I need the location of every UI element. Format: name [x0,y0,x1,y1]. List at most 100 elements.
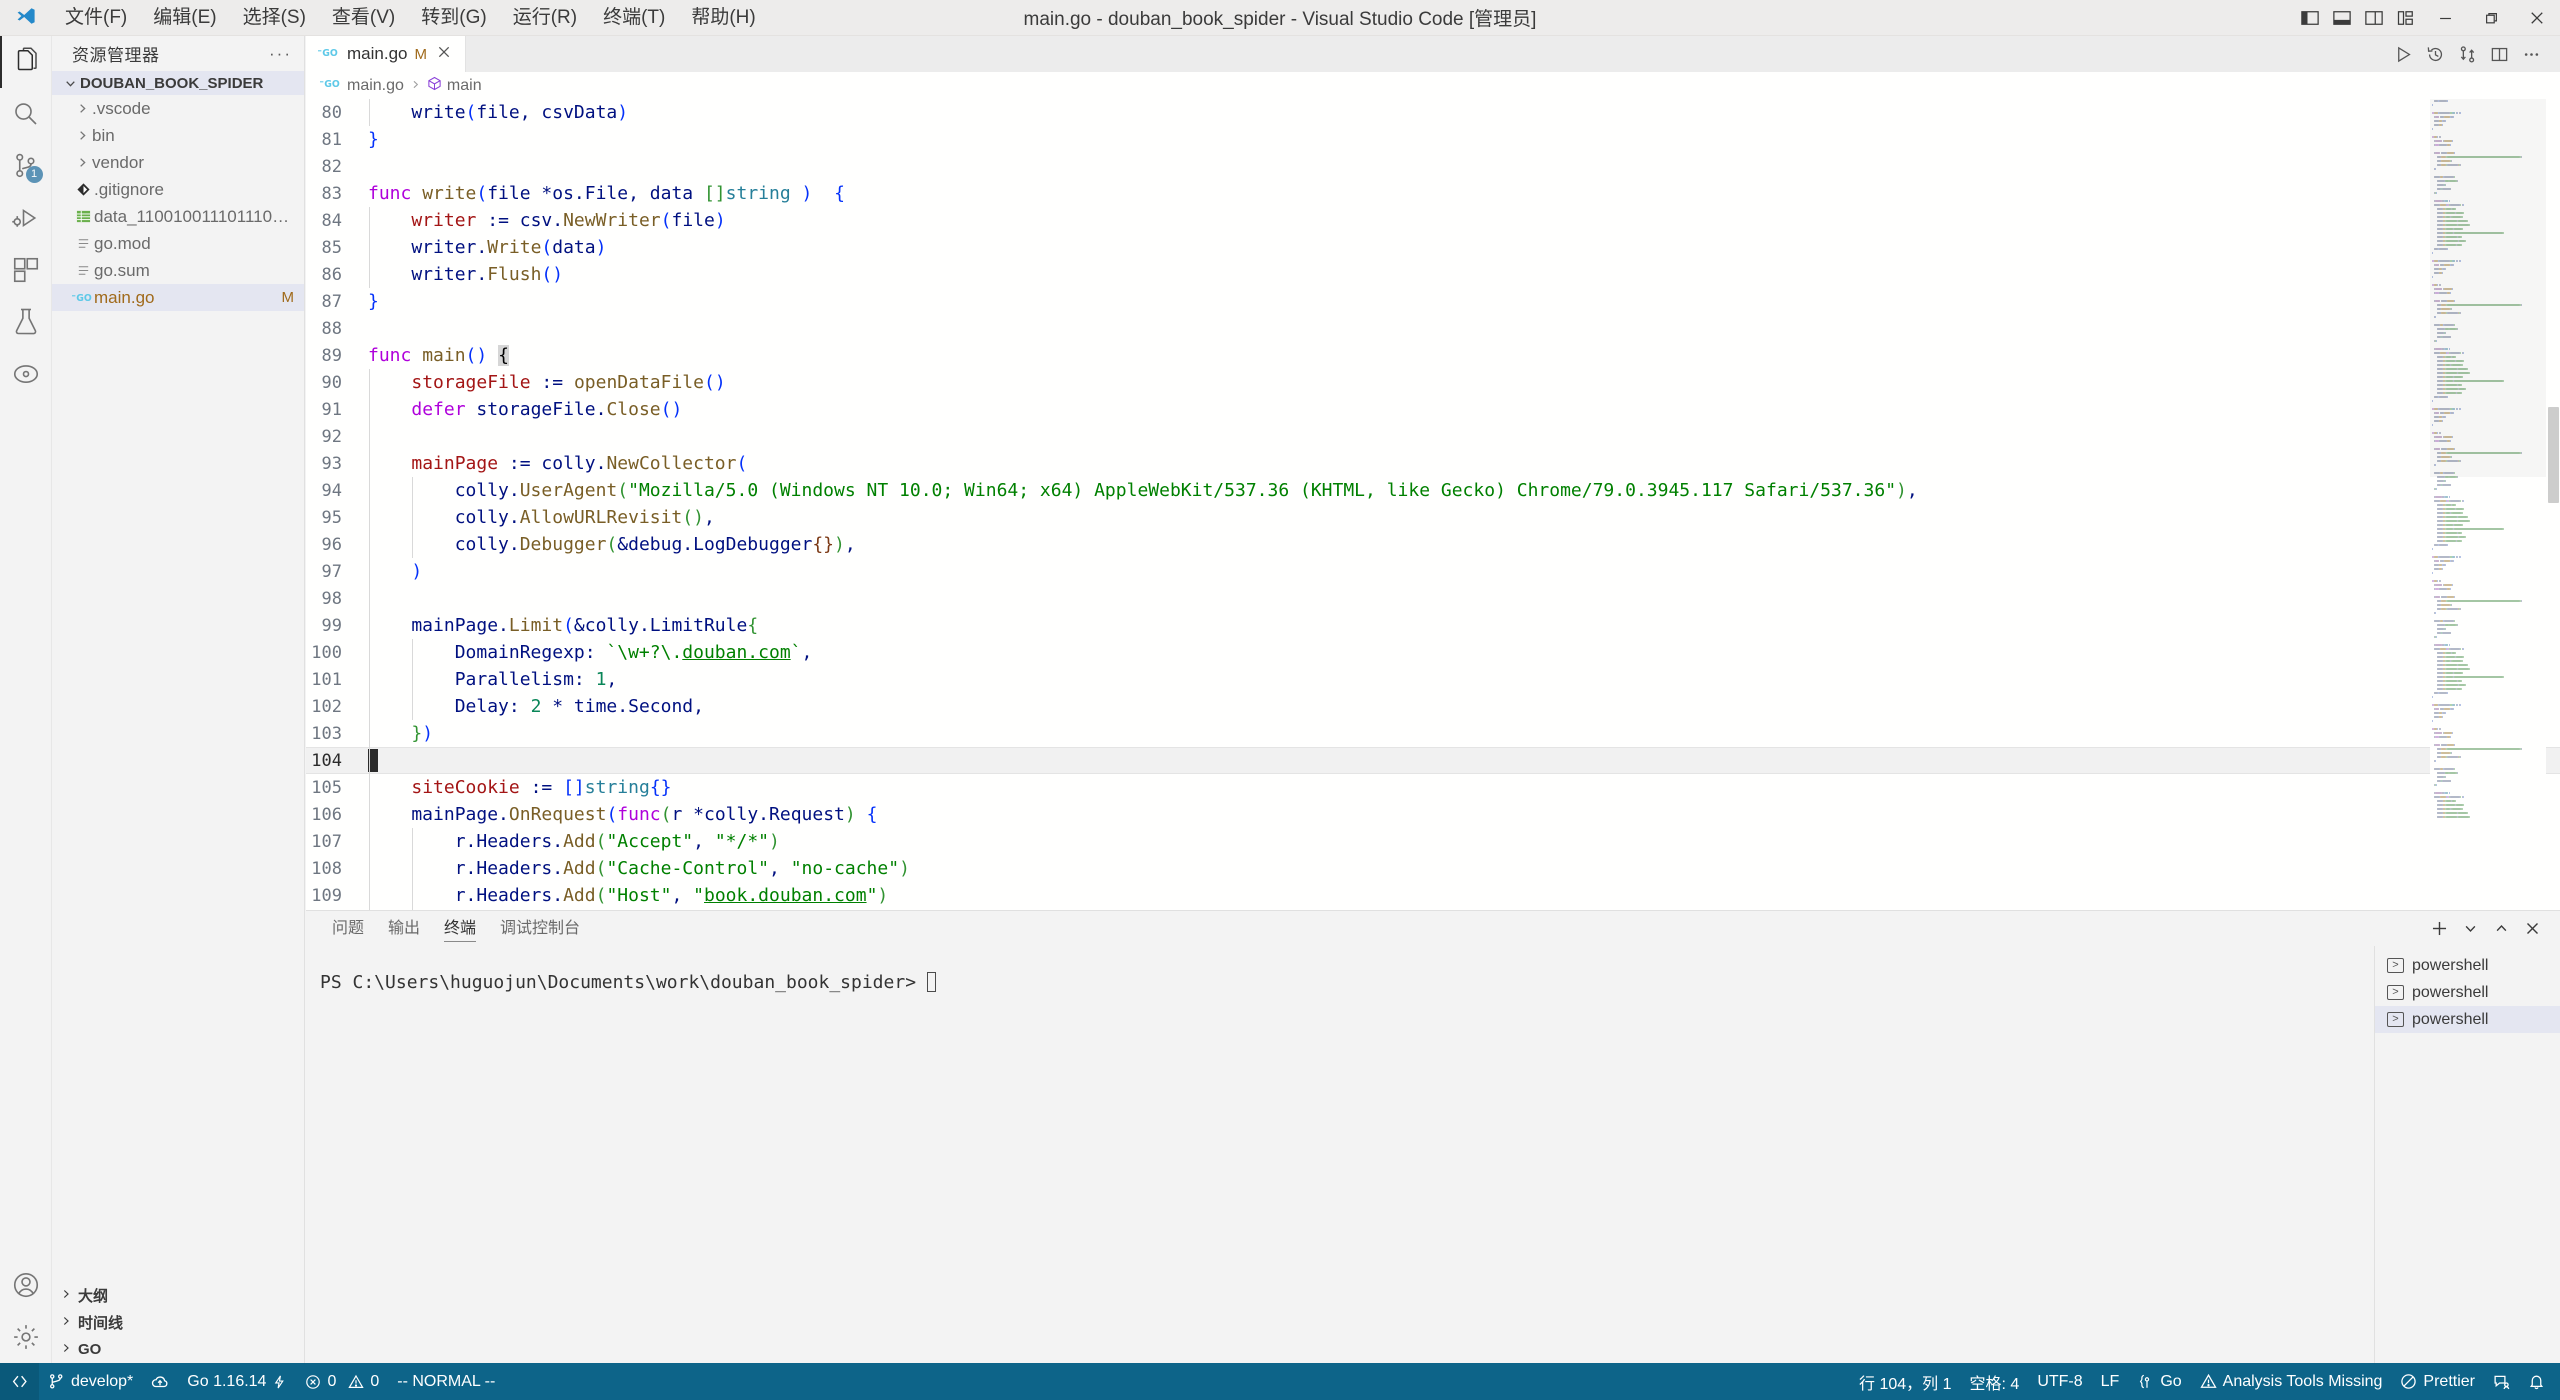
code-line[interactable]: 109 r.Headers.Add("Host", "book.douban.c… [306,882,2560,909]
code-line[interactable]: 84 writer := csv.NewWriter(file) [306,207,2560,234]
tree-item-csv[interactable]: data_110010011101110110101111001111.csv [52,203,304,230]
maximize-panel-icon[interactable] [2487,914,2515,944]
code-line[interactable]: 108 r.Headers.Add("Cache-Control", "no-c… [306,855,2560,882]
panel-tab-debug-console[interactable]: 调试控制台 [488,911,592,946]
code-line[interactable]: 95 colly.AllowURLRevisit(), [306,504,2560,531]
activity-extensions[interactable] [0,244,52,296]
code-line[interactable]: 80 write(file, csvData) [306,99,2560,126]
sidebar-section-go[interactable]: GO [52,1336,304,1363]
explorer-root-folder[interactable]: DOUBAN_BOOK_SPIDER [52,71,304,95]
terminal-instance[interactable]: > powershell [2375,979,2560,1006]
code-line[interactable]: 87} [306,288,2560,315]
activity-run-debug[interactable] [0,192,52,244]
close-icon[interactable] [434,44,454,64]
code-line[interactable]: 89 func main() { [306,342,2560,369]
menu-edit[interactable]: 编辑(E) [140,0,229,36]
menu-view[interactable]: 查看(V) [319,0,408,36]
minimap[interactable] [2430,99,2546,937]
sidebar-more-actions-icon[interactable]: ··· [269,44,292,64]
editor-vertical-scrollbar[interactable] [2546,99,2560,937]
code-line[interactable]: 86 writer.Flush() [306,261,2560,288]
more-actions-icon[interactable] [2516,36,2546,72]
status-problems[interactable]: 0 0 [296,1363,388,1400]
customize-layout-icon[interactable] [2390,0,2422,36]
status-indentation[interactable]: 空格: 4 [1961,1363,2029,1400]
code-line[interactable]: 100 DomainRegexp: `\w+?\.douban.com`, [306,639,2560,666]
terminal-instance[interactable]: > powershell [2375,1006,2560,1033]
code-line[interactable]: 99 mainPage.Limit(&colly.LimitRule{ [306,612,2560,639]
toggle-primary-sidebar-icon[interactable] [2294,0,2326,36]
tree-item-vscode[interactable]: .vscode [52,95,304,122]
activity-settings[interactable] [0,1311,52,1363]
tree-item-gosum[interactable]: go.sum [52,257,304,284]
status-analysis-tools[interactable]: Analysis Tools Missing [2191,1363,2392,1400]
run-icon[interactable] [2388,36,2418,72]
code-line[interactable]: 101 Parallelism: 1, [306,666,2560,693]
code-line[interactable]: 83 func write(file *os.File, data []strin… [306,180,2560,207]
maximize-icon[interactable] [2468,0,2514,36]
status-eol[interactable]: LF [2092,1363,2129,1400]
activity-testing[interactable] [0,296,52,348]
panel-tab-output[interactable]: 输出 [376,911,432,946]
close-panel-icon[interactable] [2518,914,2546,944]
sidebar-section-timeline[interactable]: 时间线 [52,1309,304,1336]
code-line[interactable]: 98 [306,585,2560,612]
code-editor[interactable]: 80 write(file, csvData) 81} 82 83 func write… [306,99,2560,937]
status-remote[interactable] [0,1363,39,1400]
scrollbar-thumb[interactable] [2548,407,2559,503]
code-line[interactable]: 104 [306,747,2560,774]
history-icon[interactable] [2420,36,2450,72]
code-line[interactable]: 94 colly.UserAgent("Mozilla/5.0 (Windows… [306,477,2560,504]
menu-file[interactable]: 文件(F) [52,0,140,36]
split-editor-icon[interactable] [2484,36,2514,72]
status-go-version[interactable]: Go 1.16.14 [178,1363,296,1400]
code-line[interactable]: 91 defer storageFile.Close() [306,396,2560,423]
minimap-slider[interactable] [2430,99,2546,477]
code-line[interactable]: 85 writer.Write(data) [306,234,2560,261]
tree-item-gitignore[interactable]: .gitignore [52,176,304,203]
code-line[interactable]: 82 [306,153,2560,180]
tree-item-maingo[interactable]: GO main.go M [52,284,304,311]
source-control-icon[interactable] [2452,36,2482,72]
sidebar-section-outline[interactable]: 大纲 [52,1282,304,1309]
code-line[interactable]: 92 [306,423,2560,450]
activity-explorer[interactable] [0,36,52,88]
menu-selection[interactable]: 选择(S) [230,0,319,36]
toggle-secondary-sidebar-icon[interactable] [2358,0,2390,36]
code-line[interactable]: 81} [306,126,2560,153]
code-line[interactable]: 105 siteCookie := []string{} [306,774,2560,801]
terminal-output[interactable]: PS C:\Users\huguojun\Documents\work\doub… [306,946,2374,1363]
status-prettier[interactable]: Prettier [2391,1363,2484,1400]
panel-tab-terminal[interactable]: 终端 [432,911,488,946]
tree-item-vendor[interactable]: vendor [52,149,304,176]
code-line[interactable]: 93 mainPage := colly.NewCollector( [306,450,2560,477]
code-line[interactable]: 96 colly.Debugger(&debug.LogDebugger{}), [306,531,2560,558]
minimize-icon[interactable] [2422,0,2468,36]
close-icon[interactable] [2514,0,2560,36]
tab-main-go[interactable]: GO main.go M [306,36,466,72]
add-terminal-icon[interactable] [2425,914,2453,944]
menu-help[interactable]: 帮助(H) [678,0,768,36]
status-language-mode[interactable]: Go [2128,1363,2190,1400]
code-line[interactable]: 88 [306,315,2560,342]
status-feedback[interactable] [2484,1363,2519,1400]
panel-tab-problems[interactable]: 问题 [320,911,376,946]
chevron-down-icon[interactable] [2456,914,2484,944]
breadcrumb-file[interactable]: GO main.go [320,77,404,95]
activity-docker[interactable] [0,348,52,400]
status-sync[interactable] [142,1363,178,1400]
code-line[interactable]: 97 ) [306,558,2560,585]
code-line[interactable]: 106 mainPage.OnRequest(func(r *colly.Req… [306,801,2560,828]
status-branch[interactable]: develop* [39,1363,142,1400]
tree-item-bin[interactable]: bin [52,122,304,149]
menu-go[interactable]: 转到(G) [408,0,499,36]
status-notifications[interactable] [2519,1363,2554,1400]
menu-terminal[interactable]: 终端(T) [590,0,678,36]
breadcrumb-symbol[interactable]: main [427,76,482,96]
activity-accounts[interactable] [0,1259,52,1311]
tree-item-gomod[interactable]: go.mod [52,230,304,257]
toggle-panel-icon[interactable] [2326,0,2358,36]
activity-source-control[interactable]: 1 [0,140,52,192]
menu-run[interactable]: 运行(R) [500,0,590,36]
code-line[interactable]: 102 Delay: 2 * time.Second, [306,693,2560,720]
